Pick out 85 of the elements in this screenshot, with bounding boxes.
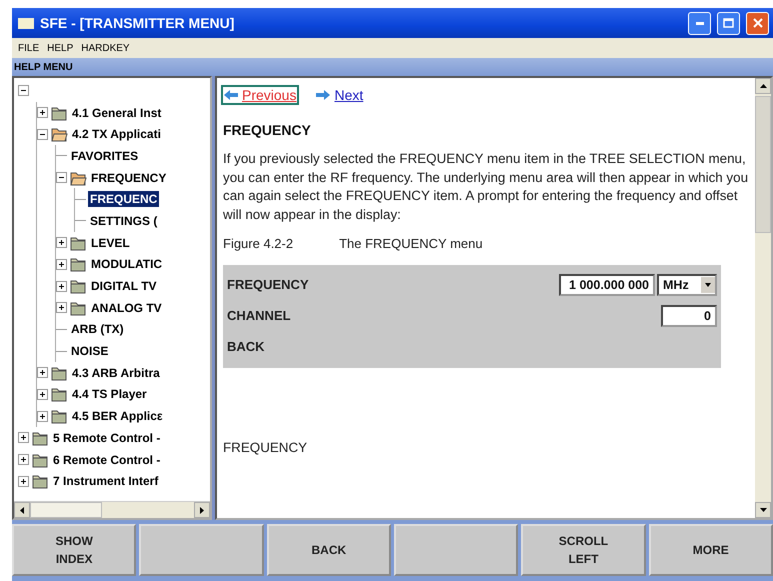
folder-icon xyxy=(50,364,68,381)
tree-item[interactable]: 4.4 TS Player xyxy=(70,386,149,402)
tree-item[interactable]: 7 Instrument Interf xyxy=(51,473,160,490)
menu-item[interactable]: HELP xyxy=(47,42,74,54)
menu-label: CHANNEL xyxy=(227,308,292,324)
open-folder-icon xyxy=(69,170,87,186)
up-arrow-icon[interactable] xyxy=(760,84,766,88)
figure-caption: The FREQUENCY menu xyxy=(339,236,483,252)
folder-icon xyxy=(50,104,68,121)
menu-label: FREQUENCY xyxy=(227,277,310,292)
panel-title: HELP MENU xyxy=(12,58,773,76)
expand-icon[interactable] xyxy=(18,454,29,466)
minimize-icon xyxy=(696,22,704,24)
folder-icon xyxy=(31,430,49,446)
collapse-icon[interactable] xyxy=(18,85,29,96)
dropdown-icon xyxy=(701,276,715,293)
tree-item[interactable]: FAVORITES xyxy=(69,148,140,164)
blank-softkey[interactable] xyxy=(139,524,264,576)
open-folder-icon xyxy=(50,126,68,142)
figure-number: Figure 4.2-2 xyxy=(223,236,294,252)
tree-item[interactable]: FREQUENC xyxy=(88,191,160,208)
softkey[interactable]: BACK xyxy=(266,524,391,576)
next-link[interactable]: Next xyxy=(315,87,364,103)
left-arrow-icon[interactable] xyxy=(20,506,24,514)
expand-icon[interactable] xyxy=(18,432,29,444)
collapse-icon[interactable] xyxy=(56,172,67,184)
expand-icon[interactable] xyxy=(18,476,29,487)
menu-label: BACK xyxy=(227,339,266,354)
section-heading: FREQUENCY xyxy=(223,122,312,138)
folder-icon xyxy=(69,234,87,251)
tree-item[interactable]: SETTINGS ( xyxy=(88,212,160,229)
softkey[interactable]: MORE xyxy=(648,524,773,576)
expand-icon[interactable] xyxy=(56,258,67,270)
tree-item[interactable]: 4.3 ARB Arbitra xyxy=(70,364,162,381)
expand-icon[interactable] xyxy=(56,280,67,292)
down-arrow-icon[interactable] xyxy=(760,508,766,512)
value-field[interactable]: 0 xyxy=(661,304,717,327)
horizontal-scrollbar[interactable] xyxy=(14,501,210,518)
tree-item[interactable]: 4.1 General Inst xyxy=(70,104,164,121)
tree-item[interactable]: FREQUENCY xyxy=(89,170,168,186)
subheading: FREQUENCY xyxy=(223,440,308,456)
softkey[interactable]: SHOW INDEX xyxy=(12,524,136,576)
maximize-button[interactable] xyxy=(717,12,740,34)
right-arrow-icon[interactable] xyxy=(200,506,204,514)
previous-link[interactable]: Previous xyxy=(223,87,298,103)
vertical-scrollbar[interactable] xyxy=(755,78,771,518)
tree-item[interactable]: 4.2 TX Applicati xyxy=(70,126,163,142)
tree-item[interactable]: NOISE xyxy=(69,343,110,360)
menu-item[interactable]: FILE xyxy=(18,42,40,54)
folder-icon xyxy=(50,386,68,402)
close-icon xyxy=(752,18,762,28)
folder-icon xyxy=(50,408,68,424)
softkey[interactable]: SCROLL LEFT xyxy=(521,524,646,576)
left-arrow-icon xyxy=(224,90,238,100)
blank-softkey[interactable] xyxy=(394,524,518,576)
collapse-icon[interactable] xyxy=(37,128,48,140)
tree-item[interactable]: 5 Remote Control - xyxy=(51,430,162,446)
right-arrow-icon xyxy=(316,90,330,100)
minimize-button[interactable] xyxy=(688,12,711,34)
folder-icon xyxy=(31,452,49,468)
tree-item[interactable]: ARB (TX) xyxy=(69,321,126,338)
maximize-icon xyxy=(723,18,734,28)
menu-item[interactable]: HARDKEY xyxy=(81,42,130,54)
expand-icon[interactable] xyxy=(37,107,48,118)
expand-icon[interactable] xyxy=(37,367,48,378)
tree-item[interactable]: DIGITAL TV xyxy=(89,278,159,294)
value-field[interactable]: 1 000.000 000 xyxy=(559,274,655,296)
tree-item[interactable]: 6 Remote Control - xyxy=(51,452,162,468)
expand-icon[interactable] xyxy=(37,410,48,422)
tree-item[interactable]: MODULATIC xyxy=(89,256,164,272)
unit-dropdown[interactable]: MHz xyxy=(657,274,717,296)
folder-icon xyxy=(69,256,87,272)
close-button[interactable] xyxy=(746,12,769,34)
expand-icon[interactable] xyxy=(56,302,67,314)
tree-item[interactable]: LEVEL xyxy=(89,234,132,251)
folder-icon xyxy=(69,300,87,316)
window-title: SFE - [TRANSMITTER MENU] xyxy=(40,15,236,31)
paragraph: If you previously selected the FREQUENCY menu item in the TREE SELECTION menu, you can enter the RF frequency. The underlying menu area will then appear in which you can again select the FREQUENCY item. A prompt for entering the frequency and offset will now appear in the display: xyxy=(223,150,750,224)
app-icon xyxy=(18,18,34,28)
tree-item[interactable]: ANALOG TV xyxy=(89,300,164,316)
expand-icon[interactable] xyxy=(37,388,48,400)
expand-icon[interactable] xyxy=(56,237,67,248)
tree-item[interactable]: 4.5 BER Applicε xyxy=(70,408,165,424)
folder-icon xyxy=(69,278,87,294)
folder-icon xyxy=(31,473,49,490)
